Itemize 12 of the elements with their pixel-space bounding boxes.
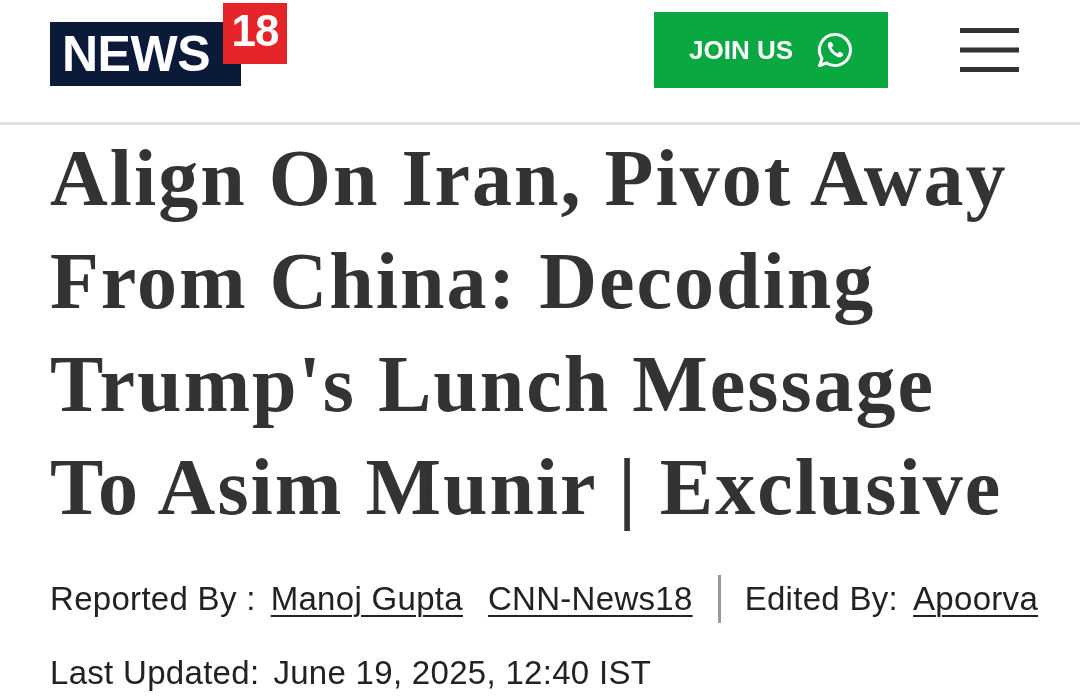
logo-number-badge[interactable]: 18: [223, 3, 287, 64]
menu-button[interactable]: [960, 28, 1019, 72]
last-updated-date: June 19, 2025, 12:40 IST: [273, 656, 652, 690]
article-headline: Align On Iran, Pivot Away From China: Decoding Trump's Lunch Message To Asim Munir | Exclusive: [50, 133, 1009, 533]
author-link[interactable]: CNN-News18: [487, 580, 693, 618]
author-link[interactable]: Manoj Gupta: [270, 580, 463, 618]
reported-by-label: Reported By :: [50, 580, 256, 618]
last-updated-label: Last Updated:: [50, 656, 260, 690]
edited-by-label: Edited By:: [744, 580, 899, 618]
editor-link[interactable]: Apoorva: [913, 580, 1039, 618]
menu-icon: [960, 28, 1019, 72]
chat-bubble-phone-icon: [817, 32, 853, 68]
